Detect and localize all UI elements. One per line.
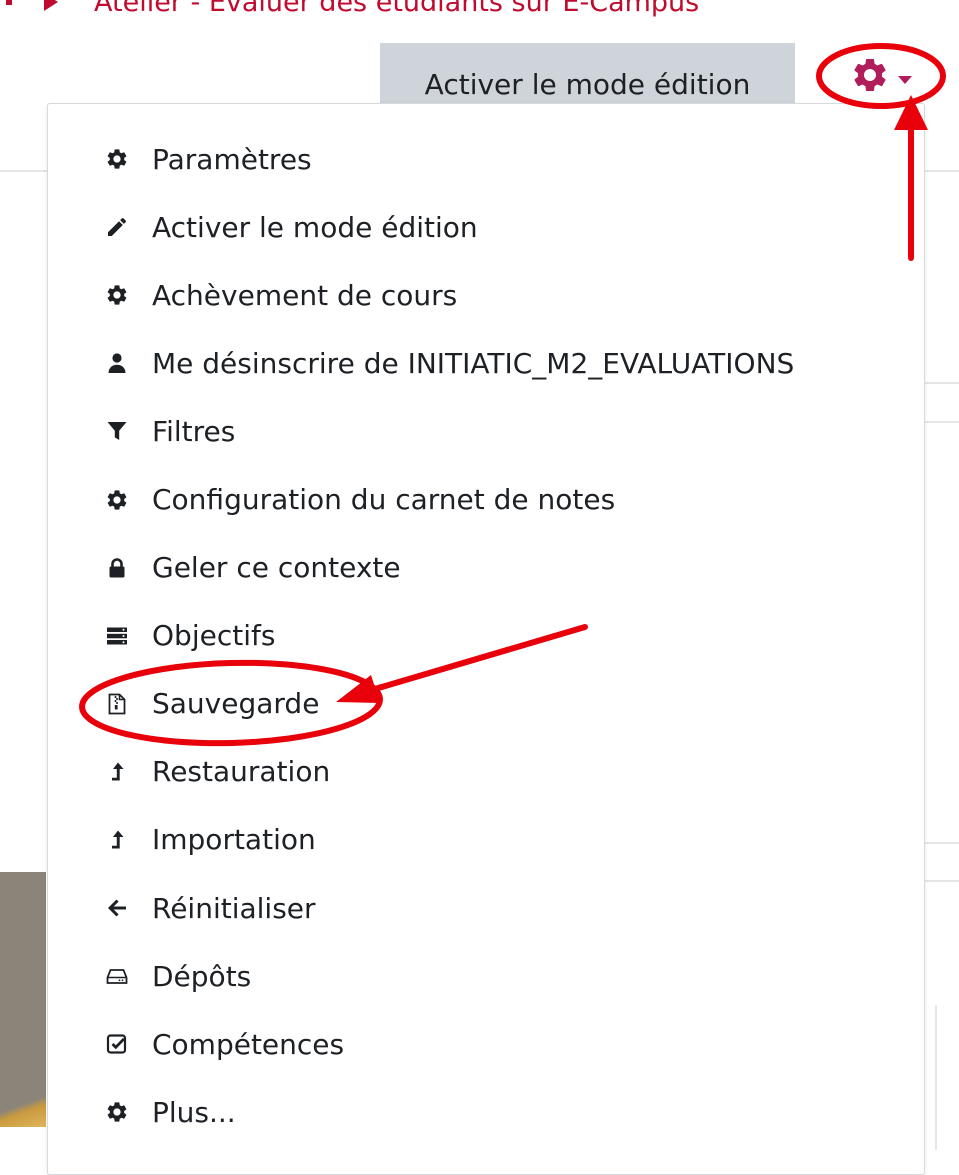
settings-dropdown-menu: Paramètres Activer le mode édition Achèv… [47, 103, 925, 1175]
menu-item-label: Me désinscrire de INITIATIC_M2_EVALUATIO… [152, 346, 795, 380]
menu-item-label: Filtres [152, 414, 236, 448]
settings-menu-toggle[interactable] [826, 48, 936, 106]
menu-item-parametres[interactable]: Paramètres [48, 125, 924, 193]
lock-icon [103, 554, 131, 582]
menu-item-label: Paramètres [152, 142, 312, 176]
menu-item-reinitialiser[interactable]: Réinitialiser [48, 874, 924, 942]
menu-item-depots[interactable]: Dépôts [48, 942, 924, 1010]
divider [935, 1005, 937, 1150]
breadcrumb-separator-icon [44, 0, 58, 11]
level-up-icon [103, 758, 131, 786]
check-square-icon [103, 1030, 131, 1058]
menu-item-label: Plus... [152, 1095, 236, 1129]
menu-item-competences[interactable]: Compétences [48, 1010, 924, 1078]
menu-item-achevement-cours[interactable]: Achèvement de cours [48, 261, 924, 329]
menu-item-label: Sauvegarde [152, 687, 320, 721]
server-icon [103, 622, 131, 650]
divider [920, 880, 959, 882]
menu-item-restauration[interactable]: Restauration [48, 738, 924, 806]
menu-item-label: Dépôts [152, 959, 252, 993]
gear-icon [103, 1098, 131, 1126]
menu-item-label: Activer le mode édition [152, 210, 478, 244]
menu-item-configuration-carnet-notes[interactable]: Configuration du carnet de notes [48, 465, 924, 533]
hdd-icon [103, 962, 131, 990]
menu-item-objectifs[interactable]: Objectifs [48, 602, 924, 670]
menu-item-label: Compétences [152, 1027, 345, 1061]
menu-item-sauvegarde[interactable]: Sauvegarde [48, 670, 924, 738]
menu-item-plus[interactable]: Plus... [48, 1078, 924, 1146]
gear-icon [103, 281, 131, 309]
gear-icon [103, 486, 131, 514]
menu-item-importation[interactable]: Importation [48, 806, 924, 874]
breadcrumb-dot [6, 0, 12, 5]
course-image [0, 872, 46, 1127]
file-archive-icon [103, 690, 131, 718]
menu-item-label: Geler ce contexte [152, 551, 401, 585]
menu-item-label: Objectifs [152, 619, 276, 653]
menu-item-geler-contexte[interactable]: Geler ce contexte [48, 534, 924, 602]
filter-icon [103, 417, 131, 445]
menu-item-desinscrire[interactable]: Me désinscrire de INITIATIC_M2_EVALUATIO… [48, 329, 924, 397]
level-up-icon [103, 826, 131, 854]
user-icon [103, 349, 131, 377]
settings-menu-list: Paramètres Activer le mode édition Achèv… [48, 125, 924, 1146]
menu-item-label: Configuration du carnet de notes [152, 483, 616, 517]
chevron-down-icon [898, 76, 912, 84]
menu-item-label: Restauration [152, 755, 331, 789]
gear-icon [850, 55, 890, 99]
menu-item-label: Importation [152, 823, 316, 857]
pencil-icon [103, 213, 131, 241]
menu-item-label: Réinitialiser [152, 891, 316, 925]
menu-item-activer-edition[interactable]: Activer le mode édition [48, 193, 924, 261]
divider [920, 842, 959, 844]
breadcrumb-course-link[interactable]: Atelier - Evaluer des étudiants sur E-Ca… [94, 0, 699, 18]
menu-item-filtres[interactable]: Filtres [48, 397, 924, 465]
arrow-left-icon [103, 894, 131, 922]
breadcrumb: Atelier - Evaluer des étudiants sur E-Ca… [0, 0, 699, 24]
divider [920, 382, 959, 384]
menu-item-label: Achèvement de cours [152, 278, 458, 312]
gear-icon [103, 145, 131, 173]
divider [920, 421, 959, 423]
